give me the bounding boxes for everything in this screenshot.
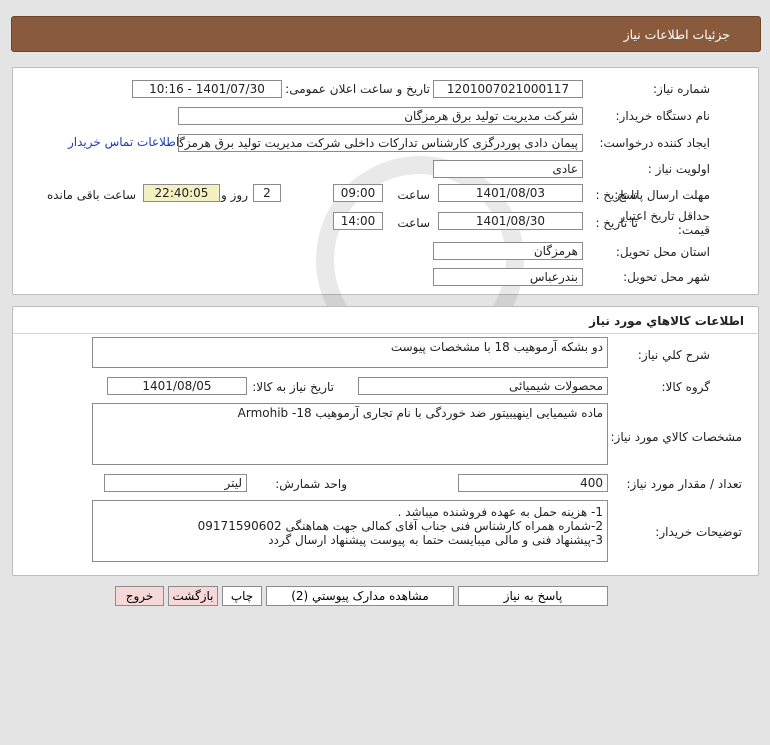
deadline-time-label: ساعت [397, 188, 430, 202]
general-desc-text: دو بشکه آرموهیب 18 با مشخصات پیوست [390, 340, 603, 354]
reply-button[interactable]: پاسخ به نياز [458, 586, 608, 606]
priority-label: اولویت نیاز : [647, 162, 710, 176]
need-date-label: تاريخ نياز به کالا: [252, 380, 334, 394]
back-button[interactable]: بازگشت [168, 586, 218, 606]
unit-label: واحد شمارش: [275, 477, 347, 491]
quantity-label: تعداد / مقدار مورد نياز: [626, 477, 742, 491]
print-button[interactable]: چاپ [222, 586, 262, 606]
exit-button[interactable]: خروج [115, 586, 164, 606]
validity-label-2: قیمت: [677, 223, 710, 237]
page-title: جزئيات اطلاعات نياز [623, 27, 730, 42]
quantity-field: 400 [458, 474, 608, 492]
priority-field: عادی [433, 160, 583, 178]
deadline-to-date-label: تا تاریخ : [595, 188, 638, 202]
announce-label: تاریخ و ساعت اعلان عمومی: [285, 82, 430, 96]
remaining-label: ساعت باقی مانده [46, 188, 136, 202]
requester-field: پیمان دادی پوردرگزی کارشناس تدارکات داخل… [178, 134, 583, 152]
validity-to-date-label: تا تاریخ : [595, 216, 638, 230]
requester-label: ایجاد کننده درخواست: [599, 136, 710, 150]
need-info-panel [12, 67, 759, 295]
section-divider [13, 333, 758, 334]
general-desc-field: دو بشکه آرموهیب 18 با مشخصات پیوست [92, 337, 608, 368]
general-desc-label: شرح کلي نياز: [637, 348, 710, 362]
province-label: استان محل تحویل: [615, 245, 710, 259]
specs-field: ماده شیمیایی اینهیبیتور ضد خوردگی با نام… [92, 403, 608, 465]
province-field: هرمزگان [433, 242, 583, 260]
buyer-notes-field: 1- هزینه حمل به عهده فروشنده میباشد . 2-… [92, 500, 608, 562]
buyer-org-label: نام دستگاه خریدار: [615, 109, 711, 123]
specs-text: ماده شیمیایی اینهیبیتور ضد خوردگی با نام… [237, 406, 603, 420]
buyer-note-line: 1- هزینه حمل به عهده فروشنده میباشد . [397, 505, 603, 519]
validity-time-field: 14:00 [333, 212, 383, 230]
goods-group-label: گروه کالا: [661, 380, 711, 394]
validity-time-label: ساعت [397, 216, 430, 230]
buyer-contact-link[interactable]: اطلاعات تماس خریدار [68, 135, 179, 149]
validity-date-field: 1401/08/30 [438, 212, 583, 230]
buyer-note-line: 3-پیشنهاد فنی و مالی میبایست حتما به پیو… [268, 533, 603, 547]
specs-label: مشخصات کالاي مورد نياز: [610, 430, 742, 444]
buyer-note-line: 2-شماره همراه کارشناس فنی جناب آقای کمال… [197, 519, 603, 533]
unit-field: لیتر [104, 474, 247, 492]
announce-field: 1401/07/30 - 10:16 [132, 80, 282, 98]
days-label: روز و [221, 188, 248, 202]
need-date-field: 1401/08/05 [107, 377, 247, 395]
buyer-notes-label: توضيحات خريدار: [655, 525, 742, 539]
goods-section-title: اطلاعات کالاهاي مورد نياز [589, 314, 744, 328]
goods-group-field: محصولات شیمیائی [358, 377, 608, 395]
remaining-time-field: 22:40:05 [143, 184, 220, 202]
buyer-org-field: شرکت مدیریت تولید برق هرمزگان [178, 107, 583, 125]
deadline-date-field: 1401/08/03 [438, 184, 583, 202]
city-label: شهر محل تحویل: [623, 270, 710, 284]
need-number-label: شماره نیاز: [653, 82, 710, 96]
view-attachments-button[interactable]: مشاهده مدارک پيوستي (2) [266, 586, 454, 606]
deadline-time-field: 09:00 [333, 184, 383, 202]
page-header: جزئيات اطلاعات نياز [11, 16, 761, 52]
city-field: بندرعباس [433, 268, 583, 286]
need-number-field: 1201007021000117 [433, 80, 583, 98]
days-remaining-field: 2 [253, 184, 281, 202]
